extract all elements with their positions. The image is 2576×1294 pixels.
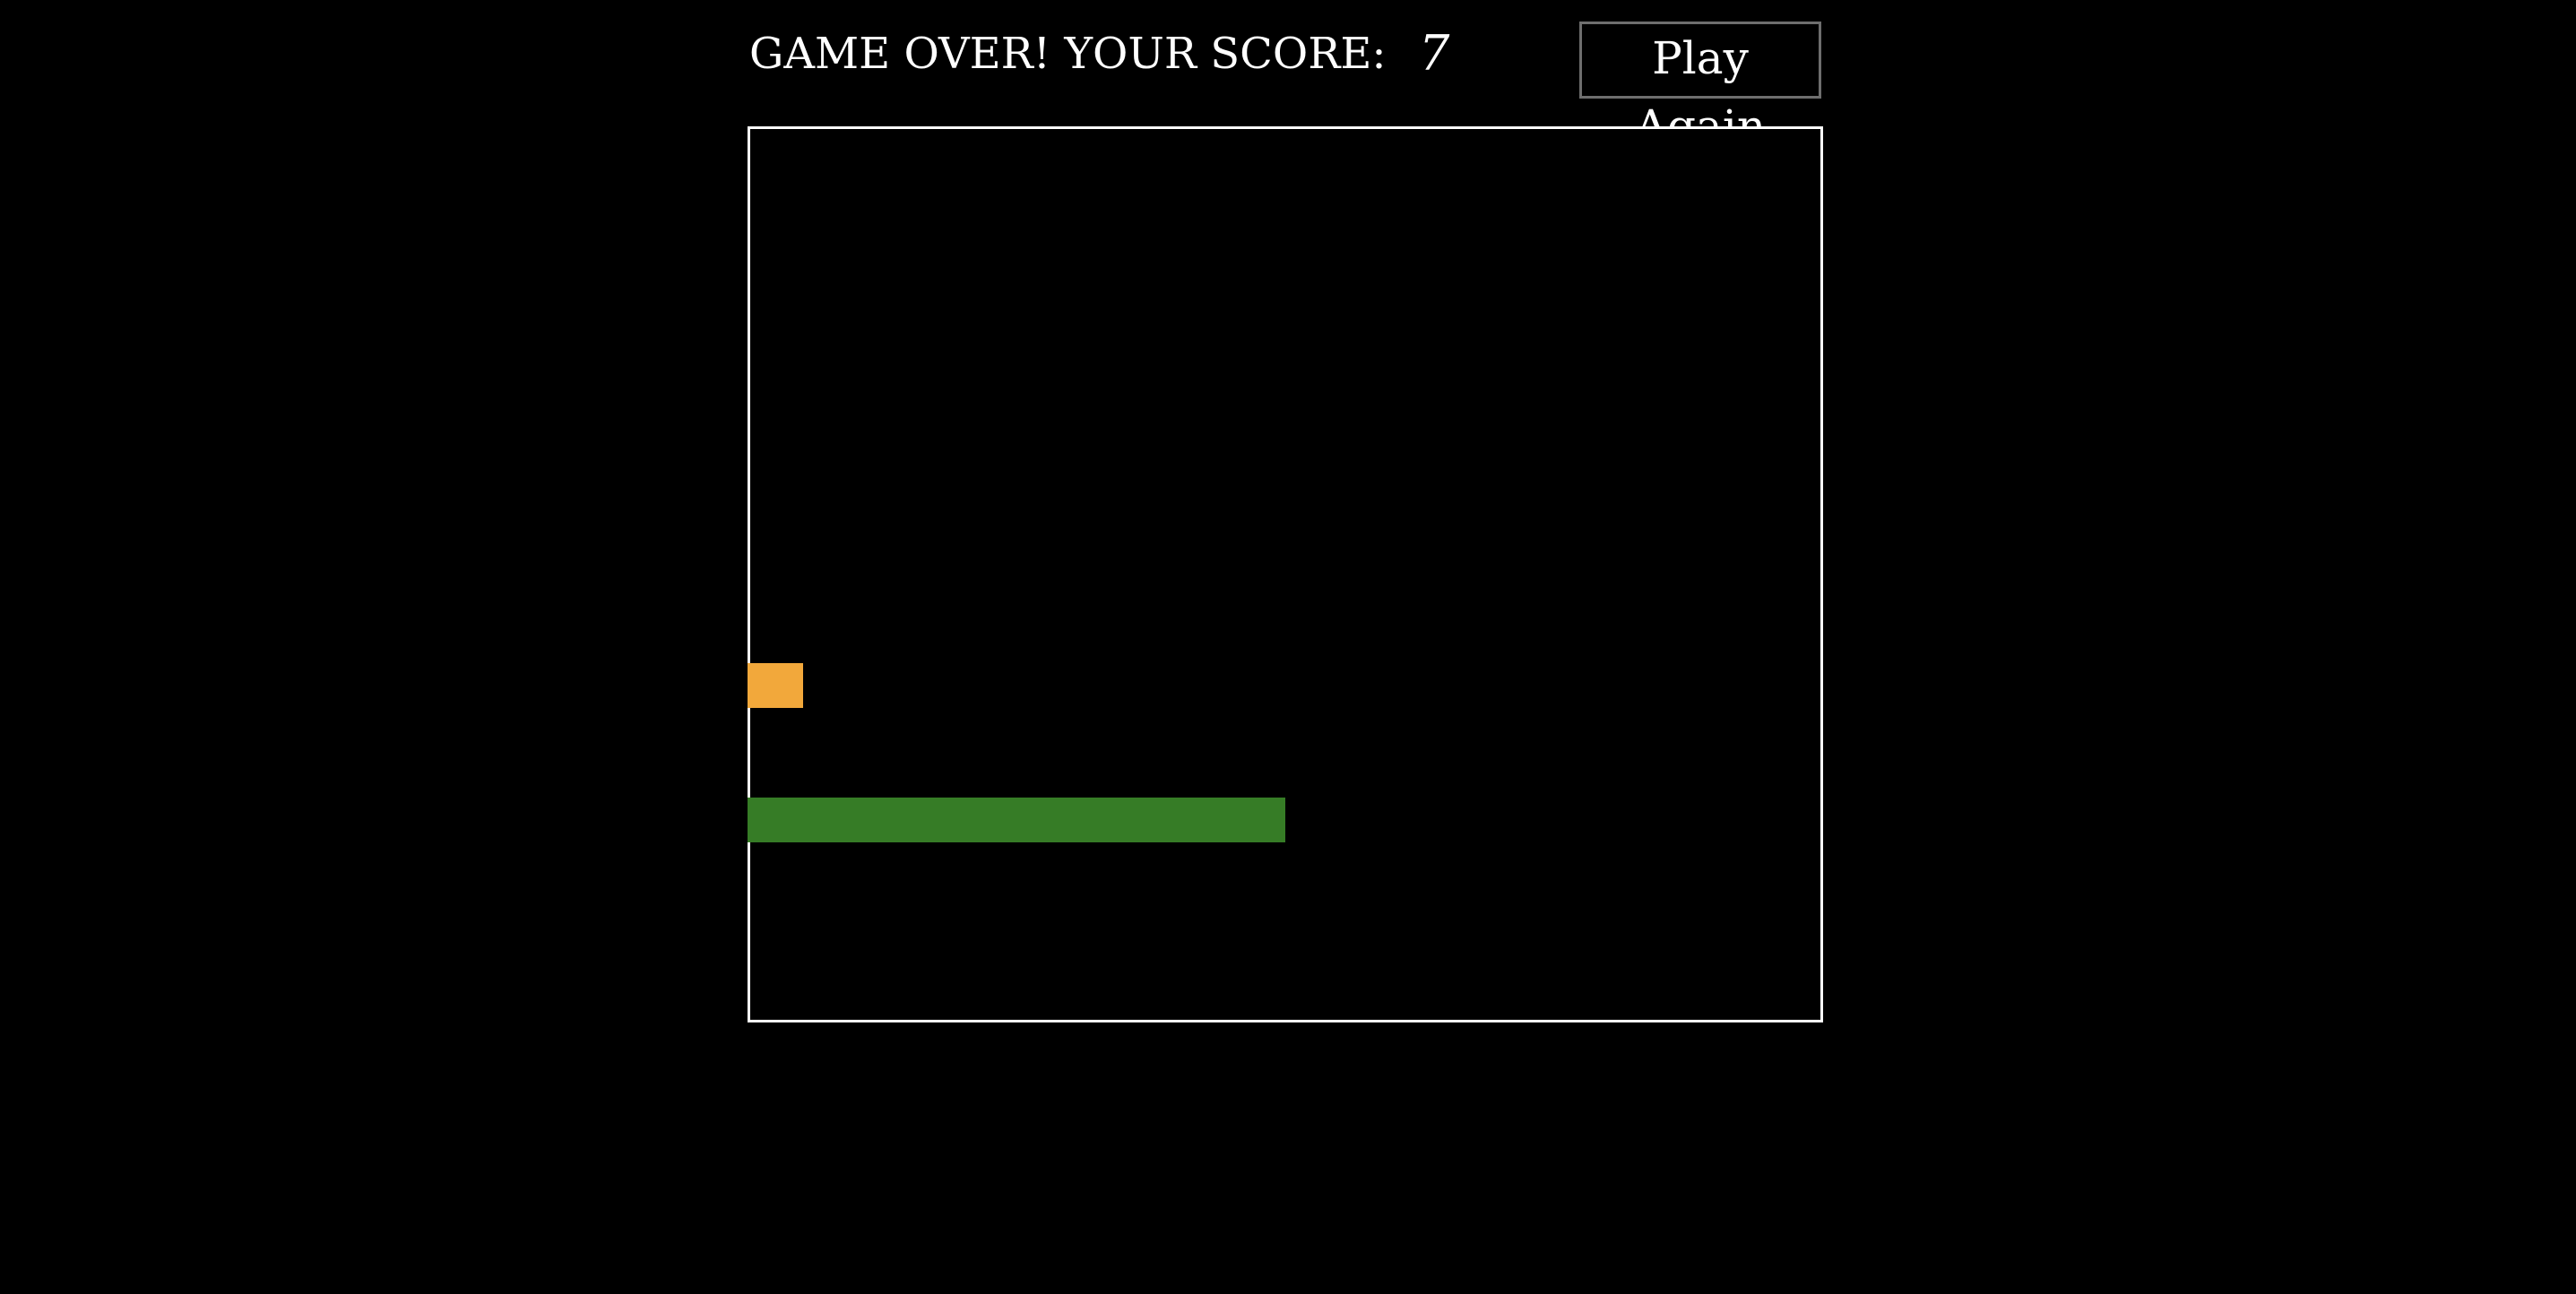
game-board — [748, 126, 1823, 1022]
score-value: 7 — [1419, 25, 1450, 82]
food-item — [748, 663, 803, 708]
snake-body — [748, 798, 1285, 842]
play-again-button[interactable]: Play Again — [1579, 22, 1821, 152]
game-screen: GAME OVER! YOUR SCORE: 7 Play Again — [0, 0, 2576, 1294]
game-over-score-label: GAME OVER! YOUR SCORE: — [749, 29, 1387, 79]
